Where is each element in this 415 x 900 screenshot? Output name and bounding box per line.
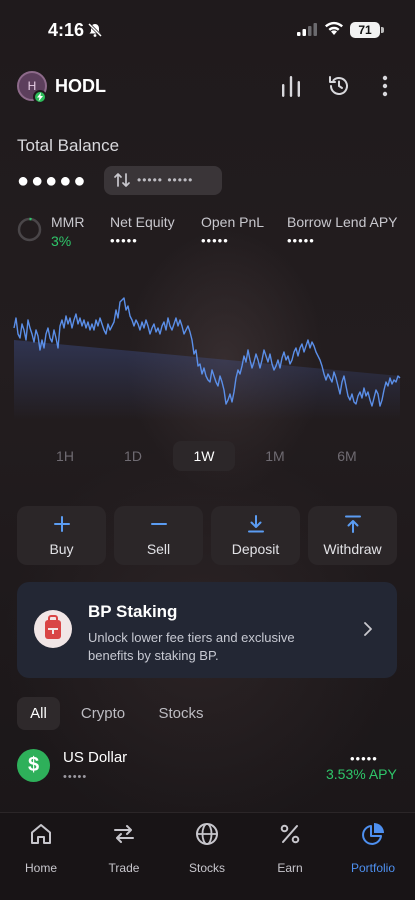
metric-label-open-pnl: Open PnL — [201, 214, 265, 230]
home-icon — [1, 821, 81, 852]
timeframe-1m[interactable]: 1M — [244, 441, 306, 471]
asset-apy: 3.53% APY — [326, 766, 397, 782]
battery-cap — [381, 27, 384, 33]
asset-tab-all[interactable]: All — [17, 697, 60, 730]
more-options-icon[interactable] — [381, 74, 389, 103]
asset-tab-crypto[interactable]: Crypto — [73, 697, 133, 730]
balance-line-chart[interactable] — [12, 290, 402, 420]
staking-lock-icon — [34, 610, 72, 648]
chevron-right-icon — [363, 621, 373, 642]
download-arrow-icon — [211, 515, 300, 538]
upload-arrow-icon — [308, 515, 397, 538]
nav-portfolio[interactable]: Portfolio — [333, 821, 413, 881]
wifi-icon — [324, 21, 344, 41]
nav-trade-label: Trade — [108, 861, 140, 875]
status-time: 4:16 — [48, 20, 85, 40]
asset-hidden-balance: ••••• — [63, 771, 88, 783]
currency-toggle-button[interactable]: ••••• ••••• — [104, 166, 222, 195]
nav-trade[interactable]: Trade — [84, 821, 164, 881]
pie-chart-icon — [333, 821, 413, 852]
nav-stocks[interactable]: Stocks — [167, 821, 247, 881]
bottom-nav: Home Trade Stocks Earn Portfolio — [0, 812, 415, 900]
deposit-label: Deposit — [231, 541, 280, 557]
hidden-converted-value: ••••• ••••• — [137, 173, 194, 187]
swap-arrows-icon — [113, 172, 131, 193]
asset-tab-stocks[interactable]: Stocks — [150, 697, 212, 730]
metric-value-net-equity: ••••• — [110, 233, 138, 248]
status-bar: 4:16 71 — [0, 0, 415, 60]
plus-icon — [17, 515, 106, 538]
asset-hidden-amount: ••••• — [350, 751, 378, 766]
asset-name: US Dollar — [63, 749, 128, 766]
withdraw-button[interactable]: Withdraw — [308, 506, 397, 565]
percent-icon — [250, 821, 330, 852]
deposit-button[interactable]: Deposit — [211, 506, 300, 565]
nav-earn-label: Earn — [277, 861, 303, 875]
dollar-icon: $ — [17, 749, 50, 782]
stats-chart-icon[interactable] — [281, 74, 301, 103]
nav-home-label: Home — [24, 861, 57, 875]
metric-label-mmr: MMR — [51, 214, 85, 230]
lightning-badge-icon — [33, 90, 47, 104]
portfolio-screen: 4:16 71 H HODL Total Balance ●●●●● •••••… — [0, 0, 415, 900]
nav-home[interactable]: Home — [1, 821, 81, 881]
withdraw-label: Withdraw — [323, 541, 382, 557]
timeframe-1w[interactable]: 1W — [173, 441, 235, 471]
silent-bell-icon — [87, 22, 103, 43]
buy-button[interactable]: Buy — [17, 506, 106, 565]
timeframe-6m[interactable]: 6M — [316, 441, 378, 471]
metric-label-net-equity: Net Equity — [110, 214, 175, 230]
battery-indicator: 71 — [350, 22, 380, 38]
metric-value-mmr: 3% — [51, 233, 72, 249]
history-icon[interactable] — [327, 74, 351, 103]
nav-earn[interactable]: Earn — [250, 821, 330, 881]
sell-label: Sell — [146, 541, 171, 557]
metric-value-open-pnl: ••••• — [201, 233, 229, 248]
buy-label: Buy — [49, 541, 74, 557]
staking-title: BP Staking — [88, 602, 178, 621]
mmr-gauge-icon — [17, 217, 42, 247]
cell-signal-icon — [297, 23, 317, 41]
trade-arrows-icon — [84, 821, 164, 852]
nav-stocks-label: Stocks — [188, 861, 225, 875]
timeframe-1d[interactable]: 1D — [102, 441, 164, 471]
globe-icon — [167, 821, 247, 852]
bp-staking-card[interactable]: BP Staking Unlock lower fee tiers and ex… — [17, 582, 397, 678]
metric-value-borrow-lend-apy: ••••• — [287, 233, 315, 248]
total-balance-label: Total Balance — [17, 136, 120, 155]
minus-icon — [114, 515, 203, 538]
nav-portfolio-label: Portfolio — [350, 861, 396, 875]
account-name[interactable]: HODL — [55, 76, 106, 97]
hidden-balance-value[interactable]: ●●●●● — [17, 170, 87, 193]
timeframe-1h[interactable]: 1H — [34, 441, 96, 471]
sell-button[interactable]: Sell — [114, 506, 203, 565]
metric-label-borrow-lend-apy: Borrow Lend APY — [287, 214, 398, 230]
staking-description: Unlock lower fee tiers and exclusive ben… — [88, 630, 295, 663]
